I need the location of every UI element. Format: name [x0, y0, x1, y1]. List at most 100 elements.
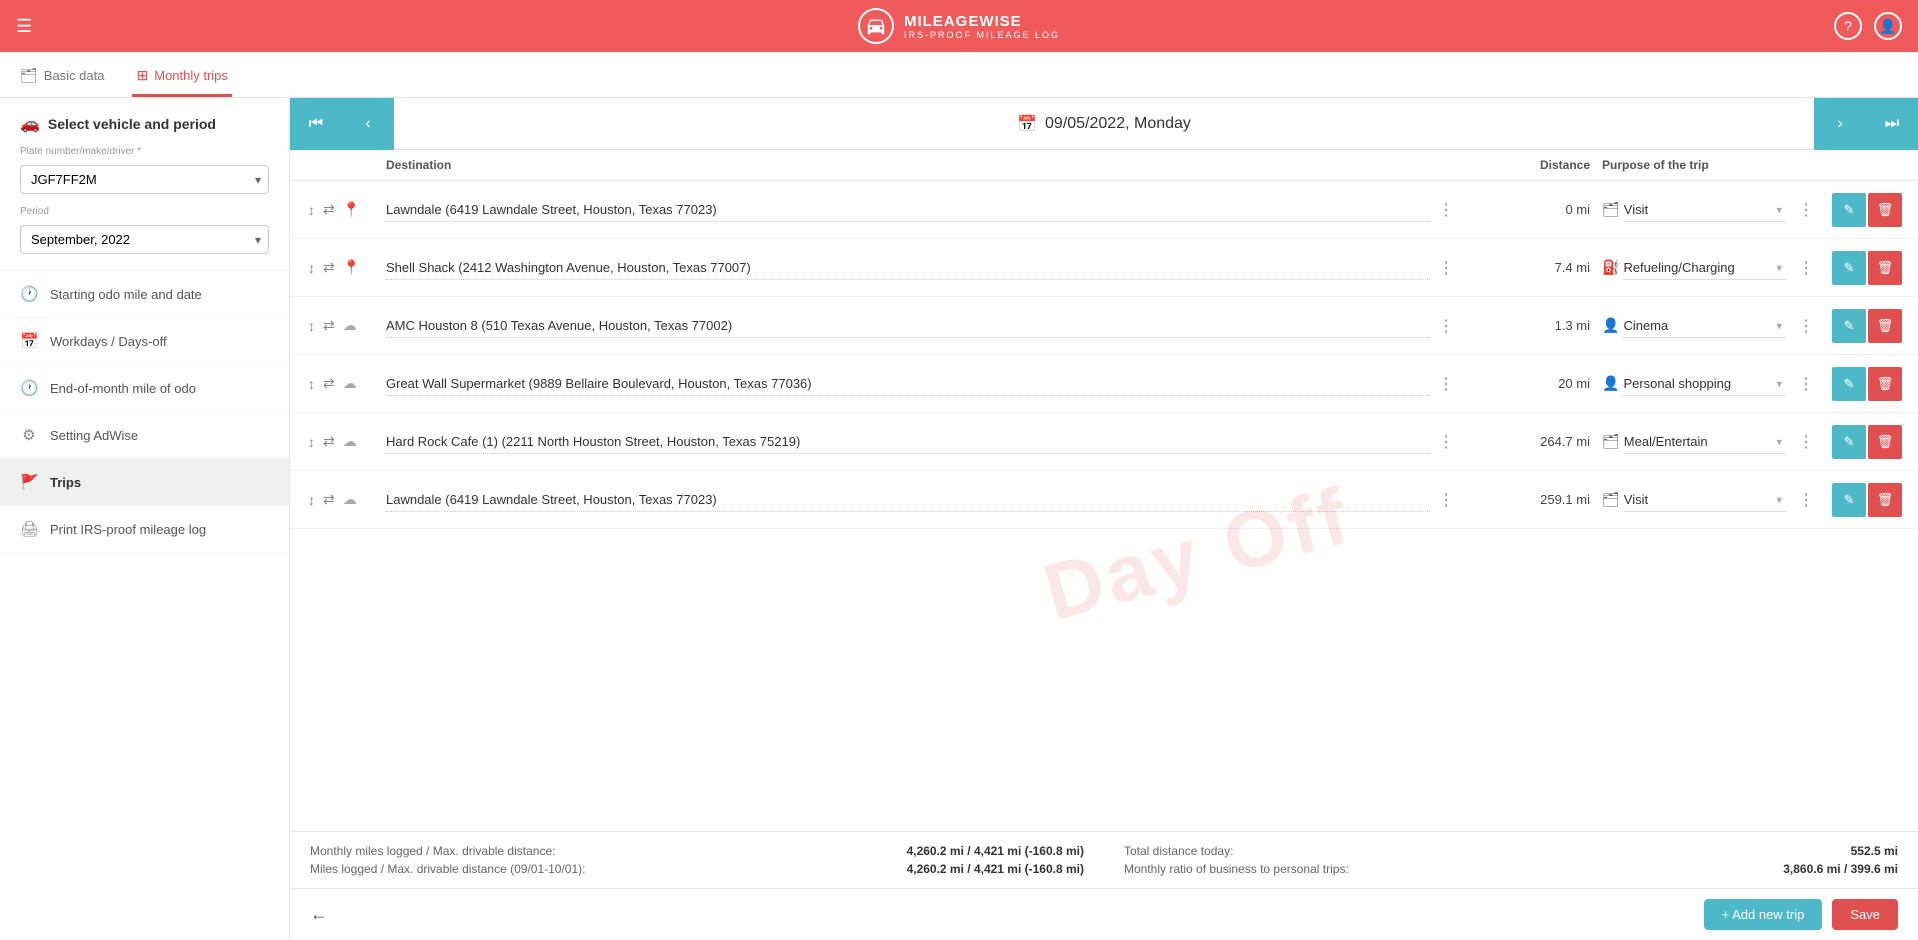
delete-btn-4[interactable]: 🗑: [1868, 367, 1902, 401]
purpose-select-2[interactable]: Refueling/Charging: [1623, 256, 1786, 280]
more-btn-4[interactable]: ⋮: [1430, 370, 1462, 398]
edit-btn-6[interactable]: ✎: [1832, 483, 1866, 517]
destination-input-wrap-6: [386, 488, 1430, 512]
purpose-select-1[interactable]: Visit: [1624, 198, 1786, 222]
tab-basic-data[interactable]: 🗂 Basic data: [16, 57, 108, 97]
destination-input-2[interactable]: [386, 256, 1430, 280]
sliders-btn-3[interactable]: ⇄: [321, 315, 337, 336]
sort-up-down-btn-6[interactable]: ↕: [306, 490, 317, 510]
first-date-button[interactable]: ⏮: [290, 98, 342, 150]
sliders-btn-6[interactable]: ⇄: [321, 489, 337, 510]
period-select-wrap: September, 2022: [20, 225, 269, 254]
purpose-more-btn-4[interactable]: ⋮: [1790, 370, 1822, 398]
plate-select[interactable]: JGF7FF2M: [20, 165, 269, 194]
delete-btn-5[interactable]: 🗑: [1868, 425, 1902, 459]
sidebar-item-trips[interactable]: 🚩 Trips: [0, 459, 289, 506]
cloud-btn-5[interactable]: ☁: [341, 431, 359, 452]
prev-date-button[interactable]: ‹: [342, 98, 394, 150]
sort-up-down-btn-4[interactable]: ↕: [306, 374, 317, 394]
stat-row-3: Total distance today: 552.5 mi: [1124, 844, 1898, 858]
distance-cell-2: 7.4 mi: [1462, 260, 1602, 275]
sidebar-item-setting-adwise[interactable]: ⚙ Setting AdWise: [0, 412, 289, 459]
row-controls-6: ↕ ⇄ ☁: [306, 489, 386, 510]
car-logo-icon: [865, 15, 887, 37]
tab-basic-data-label: Basic data: [44, 68, 105, 83]
purpose-more-btn-5[interactable]: ⋮: [1790, 428, 1822, 456]
hamburger-icon[interactable]: ☰: [16, 16, 32, 37]
more-btn-3[interactable]: ⋮: [1430, 312, 1462, 340]
cloud-btn-3[interactable]: ☁: [341, 315, 359, 336]
delete-btn-1[interactable]: 🗑: [1868, 193, 1902, 227]
sort-up-down-btn-1[interactable]: ↕: [306, 200, 317, 220]
destination-input-wrap-2: [386, 256, 1430, 280]
delete-btn-3[interactable]: 🗑: [1868, 309, 1902, 343]
tab-monthly-trips[interactable]: ⊞ Monthly trips: [132, 57, 231, 97]
location-btn-2[interactable]: 📍: [341, 257, 362, 278]
table-area-wrapper: Day Off Destination Distance Purpose of …: [290, 150, 1918, 940]
purpose-icon-1: 🗂: [1602, 201, 1620, 218]
calendar-icon: 📅: [1017, 114, 1037, 134]
more-btn-6[interactable]: ⋮: [1430, 486, 1462, 514]
user-icon[interactable]: 👤: [1874, 12, 1902, 40]
workdays-icon: 📅: [20, 332, 38, 350]
edit-btn-4[interactable]: ✎: [1832, 367, 1866, 401]
save-button[interactable]: Save: [1832, 899, 1898, 930]
sliders-btn-4[interactable]: ⇄: [321, 373, 337, 394]
purpose-select-6[interactable]: Visit: [1624, 488, 1786, 512]
purpose-cell-4: 👤 Personal shopping ⋮: [1602, 370, 1822, 398]
cloud-btn-6[interactable]: ☁: [341, 489, 359, 510]
more-btn-2[interactable]: ⋮: [1430, 254, 1462, 282]
sort-up-down-btn-5[interactable]: ↕: [306, 432, 317, 452]
plate-field-label: Plate number/make/driver *: [20, 146, 269, 157]
purpose-select-4[interactable]: Personal shopping: [1623, 372, 1786, 396]
purpose-more-btn-2[interactable]: ⋮: [1790, 254, 1822, 282]
vehicle-period-section: 🚗 Select vehicle and period Plate number…: [0, 98, 289, 271]
purpose-more-btn-6[interactable]: ⋮: [1790, 486, 1822, 514]
edit-btn-1[interactable]: ✎: [1832, 193, 1866, 227]
sliders-btn-2[interactable]: ⇄: [321, 257, 337, 278]
back-button[interactable]: ←: [310, 904, 328, 925]
col-actions: [1822, 158, 1902, 172]
more-btn-5[interactable]: ⋮: [1430, 428, 1462, 456]
last-date-button[interactable]: ⏭: [1866, 98, 1918, 150]
location-btn-1[interactable]: 📍: [341, 199, 362, 220]
purpose-select-wrap-4: Personal shopping: [1623, 372, 1786, 396]
stat1-label: Monthly miles logged / Max. drivable dis…: [310, 844, 555, 858]
delete-btn-6[interactable]: 🗑: [1868, 483, 1902, 517]
table-row: ↕ ⇄ ☁ ⋮ 264.7 mi 🗂: [290, 413, 1918, 471]
cloud-btn-4[interactable]: ☁: [341, 373, 359, 394]
sidebar-item-starting-odo-label: Starting odo mile and date: [50, 287, 202, 302]
purpose-icon-4: 👤: [1602, 375, 1619, 392]
sidebar-item-print-label: Print IRS-proof mileage log: [50, 522, 206, 537]
destination-input-5[interactable]: [386, 430, 1430, 454]
next-date-button[interactable]: ›: [1814, 98, 1866, 150]
destination-input-6[interactable]: [386, 488, 1430, 512]
add-trip-button[interactable]: + Add new trip: [1704, 899, 1823, 930]
sidebar-item-end-of-month[interactable]: 🕐 End-of-month mile of odo: [0, 365, 289, 412]
sidebar-item-workdays[interactable]: 📅 Workdays / Days-off: [0, 318, 289, 365]
row-controls-1: ↕ ⇄ 📍: [306, 199, 386, 220]
purpose-select-3[interactable]: Cinema: [1623, 314, 1786, 338]
sidebar-item-starting-odo[interactable]: 🕐 Starting odo mile and date: [0, 271, 289, 318]
help-icon[interactable]: ?: [1834, 12, 1862, 40]
sort-up-down-btn-2[interactable]: ↕: [306, 258, 317, 278]
destination-input-4[interactable]: [386, 372, 1430, 396]
more-btn-1[interactable]: ⋮: [1430, 196, 1462, 224]
edit-btn-5[interactable]: ✎: [1832, 425, 1866, 459]
destination-input-1[interactable]: [386, 198, 1430, 222]
footer-actions: ← + Add new trip Save: [290, 888, 1918, 940]
purpose-more-btn-3[interactable]: ⋮: [1790, 312, 1822, 340]
sort-up-down-btn-3[interactable]: ↕: [306, 316, 317, 336]
period-select[interactable]: September, 2022: [20, 225, 269, 254]
destination-input-wrap-5: [386, 430, 1430, 454]
purpose-more-btn-1[interactable]: ⋮: [1790, 196, 1822, 224]
sliders-btn-1[interactable]: ⇄: [321, 199, 337, 220]
purpose-select-5[interactable]: Meal/Entertain: [1624, 430, 1786, 454]
sidebar-item-print[interactable]: 🖨 Print IRS-proof mileage log: [0, 506, 289, 553]
sliders-btn-5[interactable]: ⇄: [321, 431, 337, 452]
content-area: ⏮ ‹ 📅 09/05/2022, Monday › ⏭ Day Off Des…: [290, 98, 1918, 940]
edit-btn-3[interactable]: ✎: [1832, 309, 1866, 343]
edit-btn-2[interactable]: ✎: [1832, 251, 1866, 285]
delete-btn-2[interactable]: 🗑: [1868, 251, 1902, 285]
destination-input-3[interactable]: [386, 314, 1430, 338]
